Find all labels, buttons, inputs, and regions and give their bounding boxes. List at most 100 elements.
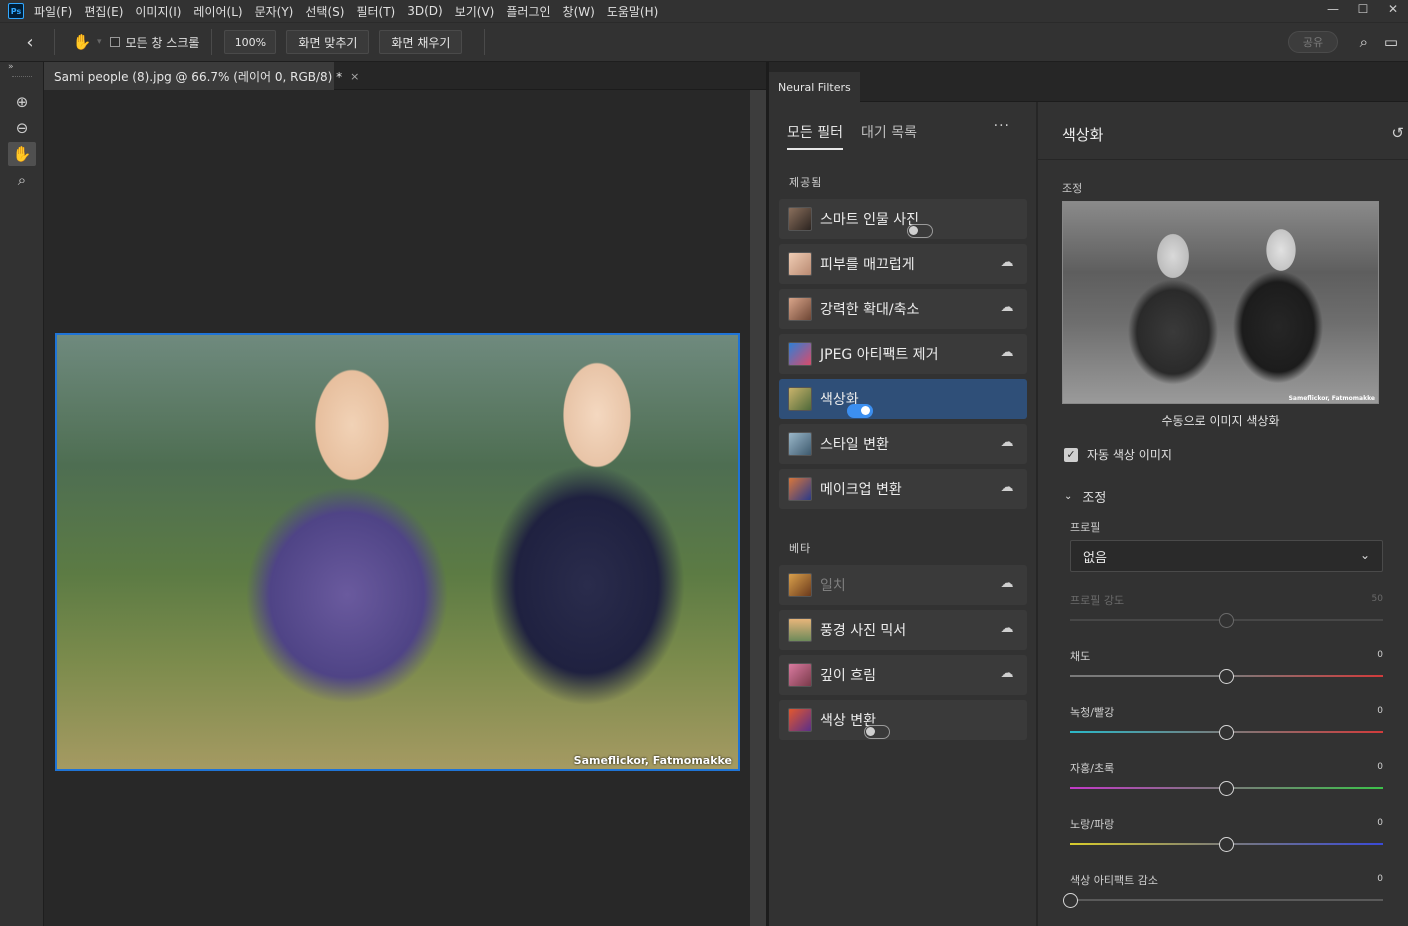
checkbox-box[interactable] — [109, 37, 120, 47]
filter-label: 풍경 사진 믹서 — [820, 623, 907, 639]
cloud-download-icon[interactable]: ☁ — [999, 256, 1015, 270]
color-artifact-reduction-slider-thumb[interactable] — [1062, 893, 1078, 908]
workspace-icon[interactable]: ▭ — [1384, 33, 1398, 51]
hand-tool-icon[interactable]: ✋ — [67, 30, 97, 54]
menu-bar: Ps 파일(F) 편집(E) 이미지(I) 레이어(L) 문자(Y) 선택(S)… — [0, 0, 1408, 22]
magenta-green-slider-thumb[interactable] — [1219, 781, 1234, 796]
close-icon[interactable]: × — [350, 70, 359, 83]
collapse-icon[interactable]: » — [8, 62, 14, 72]
smart-portrait-toggle[interactable] — [907, 224, 934, 238]
menu-type[interactable]: 문자(Y) — [255, 3, 294, 20]
document-tab[interactable]: Sami people (8).jpg @ 66.7% (레이어 0, RGB/… — [44, 62, 359, 90]
more-options-icon[interactable]: ··· — [994, 118, 1010, 134]
cloud-download-icon[interactable]: ☁ — [999, 622, 1015, 636]
photoshop-logo-icon: Ps — [8, 3, 24, 19]
share-button[interactable]: 공유 — [1288, 31, 1338, 53]
filter-label: 스타일 변환 — [820, 437, 889, 453]
beta-section-title: 베타 — [789, 542, 812, 555]
filter-item-colorize[interactable]: 색상화 — [779, 379, 1027, 419]
menu-view[interactable]: 보기(V) — [455, 3, 495, 20]
cloud-download-icon[interactable]: ☁ — [999, 436, 1015, 450]
filter-item-style-transfer[interactable]: 스타일 변환 ☁ — [779, 424, 1027, 464]
cyan-red-value: 0 — [1377, 706, 1383, 716]
preview-image[interactable]: Sameflickor, Fatmomakke — [1062, 201, 1379, 404]
cyan-red-label: 녹청/빨강 — [1070, 706, 1115, 719]
adjustments-section-header[interactable]: ⌄ 조정 — [1064, 487, 1106, 506]
yellow-blue-slider-thumb[interactable] — [1219, 837, 1234, 852]
cyan-red-slider-thumb[interactable] — [1219, 725, 1234, 740]
tab-all-filters[interactable]: 모든 필터 — [787, 122, 843, 150]
chevron-down-icon[interactable]: ▾ — [97, 37, 102, 47]
filter-label: 스마트 인물 사진 — [820, 212, 920, 228]
divider — [484, 29, 486, 55]
fill-screen-button[interactable]: 화면 채우기 — [379, 30, 463, 54]
checkmark-icon[interactable]: ✓ — [1064, 447, 1078, 462]
zoom-in-icon[interactable]: ⊕ — [8, 90, 36, 114]
saturation-slider-thumb[interactable] — [1219, 669, 1234, 684]
hand-tool-icon[interactable]: ✋ — [8, 142, 36, 166]
profile-strength-slider-thumb[interactable] — [1219, 613, 1234, 628]
filter-item-smart-portrait[interactable]: 스마트 인물 사진 — [779, 199, 1027, 239]
colorize-toggle[interactable] — [846, 404, 873, 418]
menu-image[interactable]: 이미지(I) — [135, 3, 181, 20]
menu-help[interactable]: 도움말(H) — [607, 3, 659, 20]
document-image[interactable]: Sameflickor, Fatmomakke — [55, 333, 740, 771]
filter-item-makeup-transfer[interactable]: 메이크업 변환 ☁ — [779, 469, 1027, 509]
neural-filters-tab-bar: Neural Filters — [769, 62, 1408, 102]
scroll-all-windows-checkbox[interactable]: 모든 창 스크롤 — [109, 34, 199, 51]
tab-wait-list[interactable]: 대기 목록 — [861, 122, 917, 150]
menu-edit[interactable]: 편집(E) — [84, 3, 123, 20]
close-icon[interactable]: ✕ — [1378, 0, 1408, 18]
color-transfer-thumbnail-icon — [788, 708, 812, 732]
color-artifact-reduction-track — [1070, 899, 1383, 901]
zoom-out-icon[interactable]: ⊖ — [8, 116, 36, 140]
cloud-download-icon[interactable]: ☁ — [999, 667, 1015, 681]
menu-layer[interactable]: 레이어(L) — [193, 3, 242, 20]
filter-item-jpeg-artifacts-removal[interactable]: JPEG 아티팩트 제거 ☁ — [779, 334, 1027, 374]
menu-plugins[interactable]: 플러그인 — [506, 3, 550, 20]
filter-item-super-zoom[interactable]: 강력한 확대/축소 ☁ — [779, 289, 1027, 329]
cloud-download-icon[interactable]: ☁ — [999, 346, 1015, 360]
menu-window[interactable]: 창(W) — [563, 3, 595, 20]
fit-screen-button[interactable]: 화면 맞추기 — [286, 30, 370, 54]
neural-filters-tab[interactable]: Neural Filters — [769, 72, 860, 102]
chevron-down-icon[interactable]: ⌄ — [1360, 548, 1370, 562]
profile-strength-value: 50 — [1371, 594, 1383, 604]
saturation-value: 0 — [1377, 650, 1383, 660]
vertical-scrollbar[interactable] — [750, 90, 766, 926]
profile-strength-label: 프로필 강도 — [1070, 594, 1125, 607]
filter-label: 깊이 흐림 — [820, 668, 876, 684]
zoom-100-button[interactable]: 100% — [224, 30, 277, 54]
profile-select[interactable]: 없음 ⌄ — [1070, 540, 1383, 572]
filter-item-depth-blur[interactable]: 깊이 흐림 ☁ — [779, 655, 1027, 695]
depth-blur-thumbnail-icon — [788, 663, 812, 687]
color-transfer-toggle[interactable] — [863, 725, 890, 739]
adjust-preview-label: 조정 — [1062, 182, 1083, 195]
search-icon[interactable]: ⌕ — [1360, 33, 1368, 51]
divider — [211, 29, 213, 55]
filter-item-skin-smoothing[interactable]: 피부를 매끄럽게 ☁ — [779, 244, 1027, 284]
reset-icon[interactable]: ↺ — [1391, 124, 1404, 142]
divider — [1038, 159, 1408, 160]
filter-item-color-transfer[interactable]: 색상 변환 — [779, 700, 1027, 740]
menu-file[interactable]: 파일(F) — [34, 3, 72, 20]
cloud-download-icon[interactable]: ☁ — [999, 301, 1015, 315]
chevron-down-icon[interactable]: ⌄ — [1064, 491, 1072, 502]
harmonization-thumbnail-icon — [788, 573, 812, 597]
style-transfer-thumbnail-icon — [788, 432, 812, 456]
minimize-icon[interactable]: — — [1318, 0, 1348, 18]
color-artifact-reduction-label: 색상 아티팩트 감소 — [1070, 874, 1158, 887]
maximize-icon[interactable]: ☐ — [1348, 0, 1378, 18]
menu-select[interactable]: 선택(S) — [305, 3, 344, 20]
panel-grip[interactable] — [12, 76, 32, 78]
menu-filter[interactable]: 필터(T) — [356, 3, 395, 20]
zoom-tool-icon[interactable]: ⌕ — [8, 168, 36, 192]
cloud-download-icon[interactable]: ☁ — [999, 481, 1015, 495]
chevron-left-icon[interactable]: ‹ — [18, 30, 42, 54]
menu-3d[interactable]: 3D(D) — [407, 4, 442, 18]
filter-item-harmonization[interactable]: 일치 ☁ — [779, 565, 1027, 605]
filter-item-landscape-mixer[interactable]: 풍경 사진 믹서 ☁ — [779, 610, 1027, 650]
image-watermark: Sameflickor, Fatmomakke — [573, 754, 732, 767]
cloud-download-icon[interactable]: ☁ — [999, 577, 1015, 591]
auto-color-checkbox[interactable]: ✓ 자동 색상 이미지 — [1064, 446, 1172, 463]
